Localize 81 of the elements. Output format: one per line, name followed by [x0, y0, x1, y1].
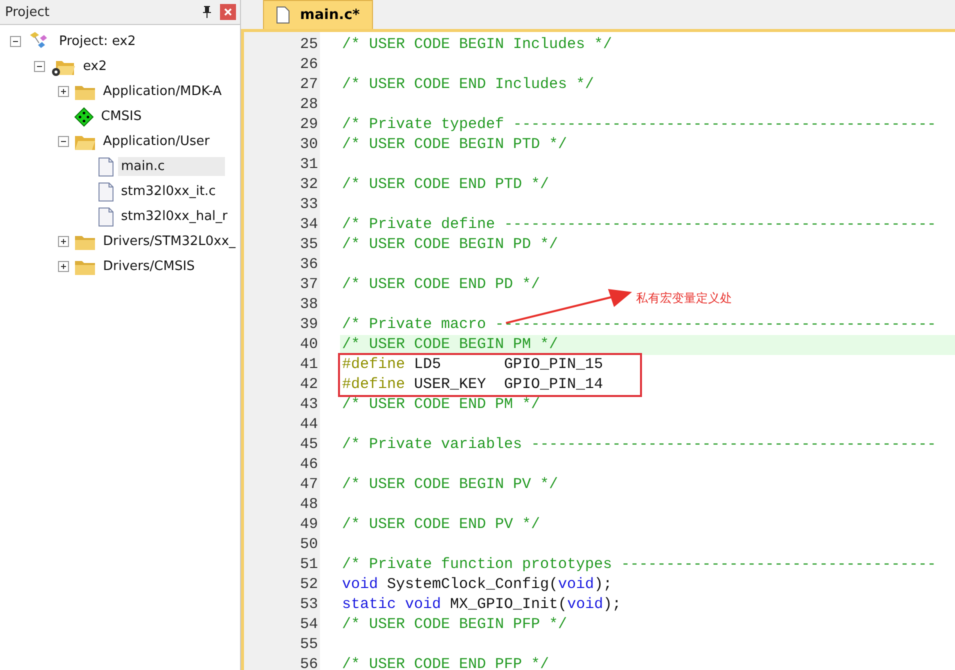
line-number: 45 [298, 435, 319, 455]
tree-item[interactable]: Project: ex2 [56, 32, 139, 51]
code-line: /* USER CODE BEGIN PM */ [342, 336, 558, 353]
tree-item[interactable]: main.c [118, 157, 225, 176]
code-line: #define USER_KEY GPIO_PIN_14 [342, 376, 604, 393]
code-line: /* USER CODE BEGIN PD */ [342, 236, 558, 253]
tree-item[interactable]: Application/MDK-A [100, 82, 225, 101]
line-number: 55 [298, 635, 319, 655]
code-line: /* USER CODE BEGIN PV */ [342, 476, 558, 493]
line-number: 28 [298, 95, 319, 115]
line-number: 40 [298, 335, 319, 355]
code-line: /* Private variables --------------------------------------------- [342, 436, 936, 453]
tree-item[interactable]: stm32l0xx_it.c [118, 182, 219, 201]
line-number: 54 [298, 615, 319, 635]
tree-item[interactable]: Application/User [100, 132, 213, 151]
line-number: 43 [298, 395, 319, 415]
tab-label: main.c* [300, 7, 360, 23]
line-number: 41 [298, 355, 319, 375]
tree-item[interactable]: CMSIS [98, 107, 145, 126]
file-tab[interactable]: main.c* [263, 0, 373, 29]
file-icon [276, 6, 290, 24]
line-number: 35 [298, 235, 319, 255]
expand-icon[interactable] [58, 86, 69, 97]
code-line: /* USER CODE BEGIN PFP */ [342, 616, 568, 633]
code-line: /* USER CODE BEGIN PTD */ [342, 136, 568, 153]
diamond-icon [74, 106, 94, 126]
tree-item[interactable]: Drivers/CMSIS [100, 257, 198, 276]
line-number: 27 [298, 75, 319, 95]
code-line: /* Private function prototypes ----------------------------------- [342, 556, 936, 573]
line-number: 44 [298, 415, 319, 435]
line-number: 38 [298, 295, 319, 315]
line-number: 56 [298, 655, 319, 670]
annotation-text: 私有宏变量定义处 [636, 290, 732, 307]
file-icon [98, 182, 114, 202]
collapse-icon[interactable] [10, 36, 21, 47]
tree-item[interactable]: stm32l0xx_hal_r [118, 207, 231, 226]
line-number: 34 [298, 215, 319, 235]
code-line: /* USER CODE END PFP */ [342, 656, 550, 670]
code-line: /* Private define ------------------------------------------------ [342, 216, 936, 233]
code-line: /* USER CODE END PV */ [342, 516, 540, 533]
line-number: 25 [298, 35, 319, 55]
line-number: 31 [298, 155, 319, 175]
line-number: 30 [298, 135, 319, 155]
tree-item[interactable]: Drivers/STM32L0xx_ [100, 232, 239, 251]
code-line: #define LD5 GPIO_PIN_15 [342, 356, 604, 373]
line-number: 49 [298, 515, 319, 535]
line-number: 29 [298, 115, 319, 135]
code-line: /* USER CODE BEGIN Includes */ [342, 36, 612, 53]
line-number: 53 [298, 595, 319, 615]
collapse-icon[interactable] [34, 61, 45, 72]
line-number: 39 [298, 315, 319, 335]
line-number: 50 [298, 535, 319, 555]
line-number: 52 [298, 575, 319, 595]
code-line: /* Private typedef ----------------------------------------------- [342, 116, 936, 133]
expand-icon[interactable] [58, 236, 69, 247]
line-number: 26 [298, 55, 319, 75]
collapse-icon[interactable] [58, 136, 69, 147]
code-line: void SystemClock_Config(void); [342, 576, 612, 593]
panel-title: Project [5, 4, 50, 20]
file-icon [98, 206, 114, 226]
expand-icon[interactable] [58, 261, 69, 272]
code-line: /* USER CODE END PM */ [342, 396, 540, 413]
line-number: 46 [298, 455, 319, 475]
line-number: 42 [298, 375, 319, 395]
line-number: 32 [298, 175, 319, 195]
code-line: /* USER CODE END PTD */ [342, 176, 550, 193]
close-icon[interactable] [220, 4, 236, 20]
line-number: 47 [298, 475, 319, 495]
code-editor[interactable] [244, 32, 955, 670]
code-line: static void MX_GPIO_Init(void); [342, 596, 622, 613]
line-number: 33 [298, 195, 319, 215]
file-icon [98, 156, 114, 176]
code-line: /* USER CODE END Includes */ [342, 76, 594, 93]
line-number: 37 [298, 275, 319, 295]
line-number: 48 [298, 495, 319, 515]
pin-icon[interactable] [202, 6, 212, 18]
code-line: /* USER CODE END PD */ [342, 276, 540, 293]
line-number: 36 [298, 255, 319, 275]
tree-item[interactable]: ex2 [80, 57, 110, 76]
code-line: /* Private macro ------------------------------------------------- [342, 316, 936, 333]
line-number: 51 [298, 555, 319, 575]
